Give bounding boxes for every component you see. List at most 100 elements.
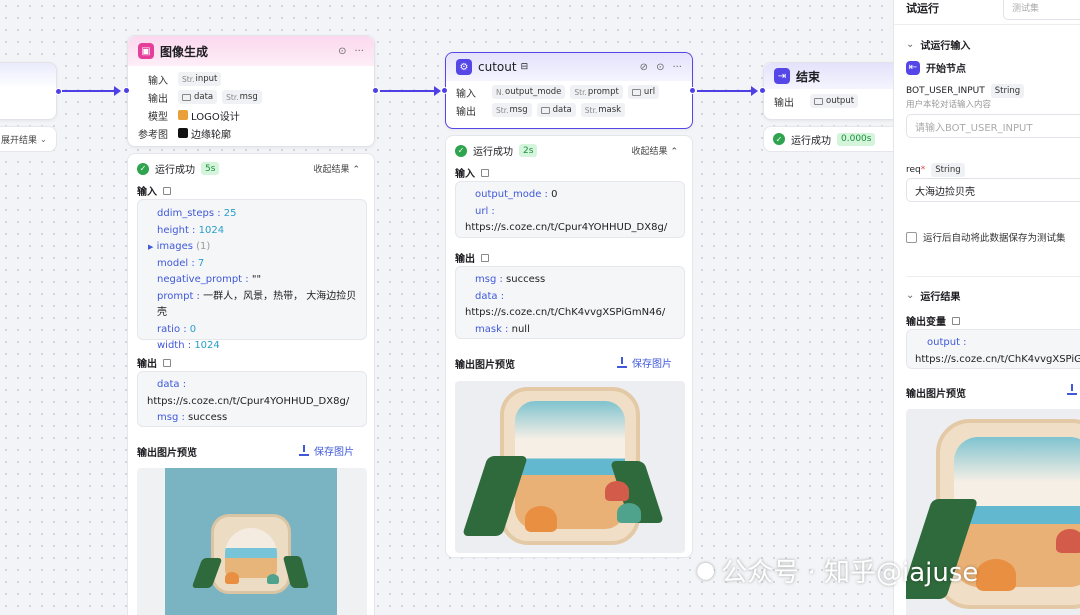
more-icon[interactable]: ··· xyxy=(672,62,682,73)
output-url: https://s.coze.cn/t/ChK4vvgXSPiGm xyxy=(915,353,1080,365)
mute-icon[interactable]: ⊘ xyxy=(640,62,648,73)
testset-select[interactable]: 测试集 xyxy=(1003,0,1080,20)
success-check-icon: ✓ xyxy=(455,144,467,157)
output-json-box: data : https://s.coze.cn/t/Cpur4YOHHUD_D… xyxy=(137,371,367,427)
left-stub-result: 展开结果 ⌄ xyxy=(0,126,57,152)
row-label: 模型 xyxy=(148,111,168,123)
output-image-preview xyxy=(137,468,367,615)
edge-arrow xyxy=(114,86,121,96)
edge-arrow xyxy=(751,86,758,96)
watermark: ● 公众号 · 知乎@iajuse xyxy=(696,558,979,588)
duration-badge: 2s xyxy=(519,144,538,157)
download-icon xyxy=(299,444,309,456)
test-input-section[interactable]: ⌄ 试运行输入 xyxy=(906,37,970,52)
download-icon xyxy=(617,356,627,368)
node-title: cutout xyxy=(478,60,517,74)
edge-stub-to-image xyxy=(62,90,116,92)
output-json-box: msg : success data : https://s.coze.cn/t… xyxy=(455,266,685,339)
save-image-button[interactable]: 保存图片 xyxy=(299,443,354,458)
copy-icon[interactable] xyxy=(163,186,171,195)
end-node[interactable]: ⇥ 结束 输出 output xyxy=(763,62,903,120)
output-var-title: 输出变量 xyxy=(906,317,946,328)
var-tag: Str. mask xyxy=(580,103,626,117)
var-tag: data xyxy=(536,103,576,117)
input-section-title: 输入 xyxy=(137,187,157,198)
plugin-icon: ⚙ xyxy=(456,59,472,75)
row-label: 输出 xyxy=(774,97,794,109)
json-field: width : 1024 xyxy=(157,340,220,351)
copy-icon[interactable] xyxy=(481,168,489,177)
run-status: 运行成功 xyxy=(791,135,831,147)
run-status: 运行成功 xyxy=(155,165,195,176)
image-generation-node[interactable]: ▣ 图像生成 ⊙ ··· 输入 Str. input 输出 data Str. ms… xyxy=(127,35,375,147)
row-label: 输入 xyxy=(456,88,476,100)
reference-icon xyxy=(178,128,188,138)
field-hint: 用户本轮对话输入内容 xyxy=(906,100,992,110)
end-node-result: ✓ 运行成功 0.000s xyxy=(763,126,903,152)
output-section-title: 输出 xyxy=(137,359,157,370)
req-input-field[interactable]: 大海边捡贝壳 xyxy=(906,178,1080,202)
image-node-out-port[interactable] xyxy=(372,87,379,94)
run-node-icon[interactable]: ⊙ xyxy=(338,46,346,57)
cutout-node-out-port[interactable] xyxy=(689,87,696,94)
var-tag: Str. input xyxy=(178,72,222,86)
json-field: height : 1024 xyxy=(157,224,225,236)
exit-icon: ⇥ xyxy=(774,68,790,84)
type-tag: String xyxy=(931,163,965,177)
save-image-button[interactable]: 保存图片 xyxy=(617,355,672,370)
expand-results-button[interactable]: 展开结果 xyxy=(1,133,37,146)
var-tag: output xyxy=(810,94,859,108)
copy-icon[interactable] xyxy=(163,358,171,367)
row-label: 输出 xyxy=(456,106,476,118)
row-label: 输出 xyxy=(148,93,168,105)
json-field: ▶ images (1) xyxy=(148,241,211,252)
download-icon[interactable] xyxy=(1067,384,1080,398)
input-url-value: https://s.coze.cn/t/Cpur4YOHHUD_DX8g/ xyxy=(465,222,668,233)
left-stub-port[interactable] xyxy=(55,88,62,95)
var-tag: Str. msg xyxy=(492,103,532,117)
model-value: LOGO设计 xyxy=(191,111,240,123)
start-node-label: 开始节点 xyxy=(926,64,966,75)
cutout-node[interactable]: ⚙ cutout ⊟ ⊘ ⊙ ··· 输入 N. output_mode Str.… xyxy=(445,52,693,129)
json-field: prompt : 一群人，风景，热带， 大海边捡贝壳 xyxy=(157,290,357,319)
required-mark: * xyxy=(920,165,926,175)
copy-icon[interactable] xyxy=(952,316,960,325)
json-field: ddim_steps : 25 xyxy=(157,208,237,219)
expand-caret-icon[interactable]: ▶ xyxy=(148,243,153,251)
type-tag: String xyxy=(990,84,1025,98)
chevron-down-icon: ⌄ xyxy=(906,39,915,50)
run-result-section[interactable]: ⌄ 运行结果 xyxy=(906,288,960,303)
preview-title: 输出图片预览 xyxy=(906,389,966,400)
run-node-icon[interactable]: ⊙ xyxy=(656,62,664,73)
edge-image-to-cutout xyxy=(380,90,436,92)
success-check-icon: ✓ xyxy=(137,162,149,175)
cutout-node-in-port[interactable] xyxy=(441,87,448,94)
plugin-link-icon[interactable]: ⊟ xyxy=(521,62,529,72)
input-json-box: output_mode : 0 url : https://s.coze.cn/… xyxy=(455,181,685,238)
image-gen-icon: ▣ xyxy=(138,43,154,59)
wechat-icon: ● xyxy=(696,558,716,583)
edge-cutout-to-end xyxy=(697,90,753,92)
var-tag: data xyxy=(178,90,218,104)
chevron-down-icon: ⌄ xyxy=(40,134,47,144)
preview-title: 输出图片预览 xyxy=(137,448,197,459)
copy-icon[interactable] xyxy=(481,253,489,262)
collapse-results-button[interactable]: 收起结果 ⌃ xyxy=(631,144,678,157)
image-icon xyxy=(182,93,191,101)
start-node-icon: ⇤ xyxy=(906,60,920,75)
bot-user-input-field[interactable]: 请输入BOT_USER_INPUT xyxy=(906,114,1080,138)
end-node-in-port[interactable] xyxy=(759,87,766,94)
left-stub-node[interactable] xyxy=(0,62,57,120)
more-icon[interactable]: ··· xyxy=(354,46,364,57)
collapse-results-button[interactable]: 收起结果 ⌃ xyxy=(313,162,360,175)
json-field: negative_prompt : "" xyxy=(157,274,262,285)
save-testset-checkbox[interactable] xyxy=(906,231,917,243)
image-icon xyxy=(631,88,641,96)
preview-title: 输出图片预览 xyxy=(455,360,515,371)
json-field: model : 7 xyxy=(157,257,205,269)
image-icon xyxy=(540,106,550,114)
image-node-results: ✓ 运行成功 5s 收起结果 ⌃ 输入 ddim_steps : 25 heigh… xyxy=(127,153,375,615)
row-label: 参考图 xyxy=(138,129,168,141)
image-node-in-port[interactable] xyxy=(123,87,130,94)
chevron-up-icon: ⌃ xyxy=(670,147,678,157)
